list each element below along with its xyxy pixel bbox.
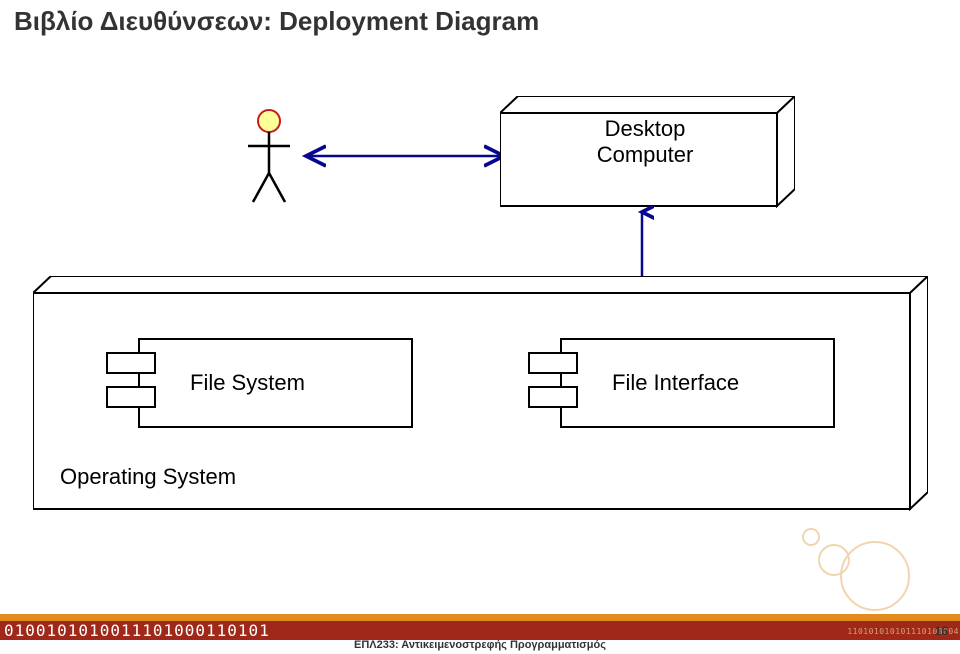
component-tab-icon (528, 352, 578, 374)
operating-system-label: Operating System (60, 464, 236, 490)
footer-course-label: ΕΠΛ233: Αντικειμενοστρεφής Προγραμματισμ… (0, 639, 960, 651)
component-tab-icon (106, 386, 156, 408)
desktop-computer-label: Desktop Computer (555, 116, 735, 169)
component-tab-icon (106, 352, 156, 374)
file-system-label: File System (190, 370, 305, 396)
footer-binary-strip: 0100101010011101000110101 (0, 621, 960, 641)
page-title: Βιβλίο Διευθύνσεων: Deployment Diagram (14, 6, 539, 37)
page-number: 16 (935, 624, 948, 638)
desktop-label-line2: Computer (597, 142, 694, 167)
component-tab-icon (528, 386, 578, 408)
desktop-label-line1: Desktop (605, 116, 686, 141)
file-system-component: File System (138, 338, 413, 428)
file-interface-component: File Interface (560, 338, 835, 428)
deployment-diagram: Desktop Computer File System File In (0, 46, 960, 594)
slide-footer: 0100101010011101000110101 11010101010111… (0, 594, 960, 654)
actor-icon (245, 108, 293, 208)
file-interface-label: File Interface (612, 370, 739, 396)
connector-actor-desktop (300, 144, 510, 168)
